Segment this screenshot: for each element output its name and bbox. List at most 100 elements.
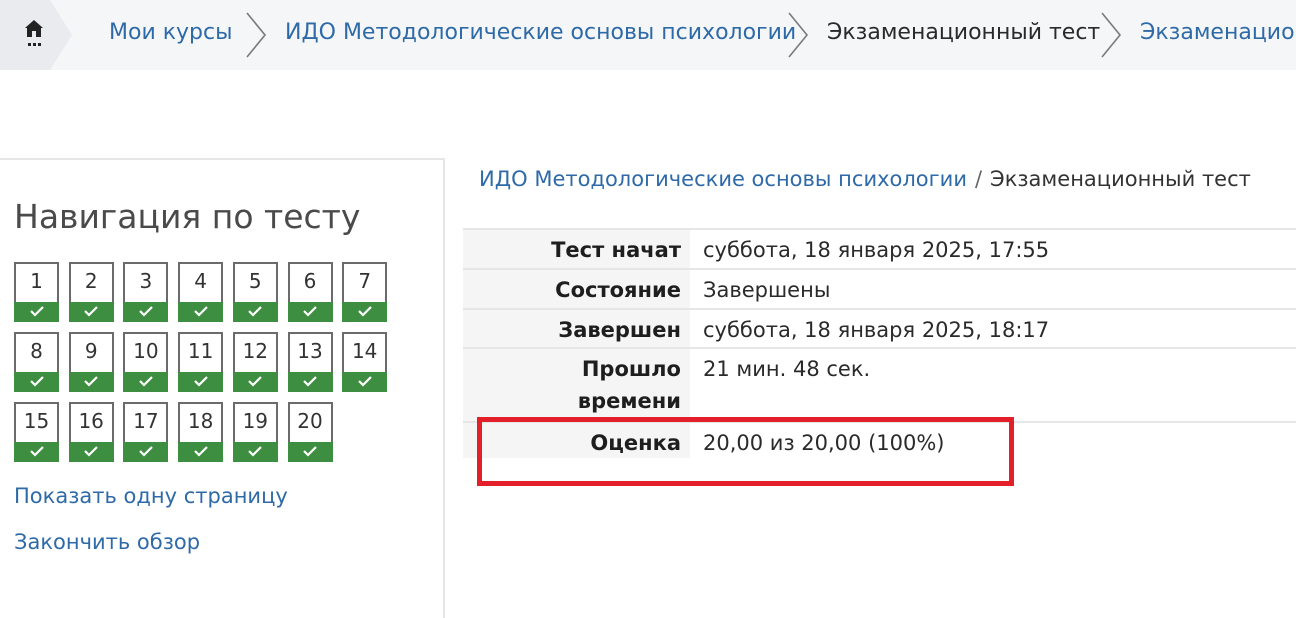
chevron-right-icon bbox=[788, 12, 809, 58]
answered-state bbox=[232, 442, 278, 462]
question-number: 18 bbox=[187, 409, 214, 433]
answered-state bbox=[14, 372, 59, 392]
answered-state bbox=[68, 442, 114, 462]
summary-row-started: Тест начат суббота, 18 января 2025, 17:5… bbox=[463, 228, 1296, 268]
check-icon bbox=[357, 306, 372, 317]
answered-state bbox=[232, 302, 278, 322]
question-nav-button[interactable]: 5 bbox=[232, 262, 278, 322]
summary-label: Прошло времени bbox=[463, 349, 690, 421]
summary-row-time-taken: Прошло времени 21 мин. 48 сек. bbox=[463, 347, 1296, 421]
question-nav-button[interactable]: 2 bbox=[68, 262, 114, 322]
breadcrumb-my-courses[interactable]: Мои курсы bbox=[109, 20, 232, 45]
check-icon bbox=[303, 446, 317, 457]
question-nav-button[interactable]: 4 bbox=[178, 262, 224, 322]
answered-state bbox=[178, 302, 224, 322]
answered-state bbox=[123, 442, 169, 462]
question-nav-button[interactable]: 7 bbox=[342, 262, 388, 322]
answered-state bbox=[342, 302, 388, 322]
question-nav-button[interactable]: 10 bbox=[123, 332, 169, 392]
check-icon bbox=[248, 446, 263, 457]
summary-row-finished: Завершен суббота, 18 января 2025, 18:17 bbox=[463, 308, 1296, 347]
summary-value: 21 мин. 48 сек. bbox=[703, 357, 871, 381]
summary-label: Состояние bbox=[463, 270, 690, 308]
question-nav-button[interactable]: 12 bbox=[232, 332, 278, 392]
answered-state bbox=[287, 442, 333, 462]
check-icon bbox=[193, 376, 208, 387]
question-number: 19 bbox=[242, 409, 269, 433]
check-icon bbox=[84, 446, 98, 457]
question-nav-button[interactable]: 9 bbox=[68, 332, 114, 392]
answered-state bbox=[178, 372, 224, 392]
question-nav-button[interactable]: 8 bbox=[14, 332, 59, 392]
question-number: 13 bbox=[297, 339, 323, 363]
check-icon bbox=[193, 446, 208, 457]
question-nav-button[interactable]: 17 bbox=[123, 402, 169, 462]
answered-state bbox=[178, 442, 224, 462]
quiz-navigation-title: Навигация по тесту bbox=[14, 197, 361, 236]
question-nav-button[interactable]: 13 bbox=[287, 332, 333, 392]
question-number: 1 bbox=[30, 269, 43, 293]
question-number: 11 bbox=[187, 339, 214, 363]
check-icon bbox=[139, 306, 153, 317]
question-number: 12 bbox=[242, 339, 269, 363]
home-icon bbox=[25, 20, 43, 46]
question-nav-button[interactable]: 15 bbox=[14, 402, 59, 462]
question-nav-button[interactable]: 14 bbox=[342, 332, 388, 392]
question-nav-button[interactable]: 3 bbox=[123, 262, 169, 322]
check-icon bbox=[193, 306, 208, 317]
grade-highlight-box bbox=[477, 417, 1014, 486]
question-number: 10 bbox=[133, 339, 159, 363]
check-icon bbox=[84, 306, 98, 317]
chevron-right-icon bbox=[1101, 12, 1122, 58]
summary-label: Завершен bbox=[463, 310, 690, 347]
quiz-navigation-block: Навигация по тесту 1 2 3 4 5 6 7 8 9 10 11 12 13 14 15… bbox=[0, 158, 445, 618]
content-breadcrumb-quiz: Экзаменационный тест bbox=[990, 167, 1251, 191]
answered-state bbox=[287, 302, 333, 322]
breadcrumb: Мои курсы ИДО Методологические основы пс… bbox=[0, 0, 1296, 70]
question-nav-button[interactable]: 16 bbox=[68, 402, 114, 462]
check-icon bbox=[139, 376, 153, 387]
question-number: 14 bbox=[351, 339, 378, 363]
summary-value: Завершены bbox=[703, 278, 831, 302]
summary-row-state: Состояние Завершены bbox=[463, 268, 1296, 308]
breadcrumb-review[interactable]: Экзаменацион bbox=[1140, 20, 1296, 45]
breadcrumb-course[interactable]: ИДО Методологические основы психологии bbox=[285, 20, 796, 45]
check-icon bbox=[357, 376, 372, 387]
question-number: 17 bbox=[133, 409, 159, 433]
check-icon bbox=[84, 376, 98, 387]
question-number: 8 bbox=[30, 339, 43, 363]
answered-state bbox=[123, 302, 169, 322]
question-nav-button[interactable]: 20 bbox=[287, 402, 333, 462]
question-number: 9 bbox=[84, 339, 98, 363]
chevron-right-icon bbox=[246, 12, 267, 58]
home-button[interactable] bbox=[0, 0, 50, 70]
question-number: 20 bbox=[297, 409, 323, 433]
breadcrumb-separator: / bbox=[974, 167, 983, 191]
content-breadcrumb-course[interactable]: ИДО Методологические основы психологии bbox=[479, 167, 967, 191]
check-icon bbox=[303, 306, 317, 317]
question-number: 15 bbox=[23, 409, 50, 433]
show-one-page-link[interactable]: Показать одну страницу bbox=[14, 484, 288, 508]
question-nav-button[interactable]: 6 bbox=[287, 262, 333, 322]
question-number: 7 bbox=[358, 269, 372, 293]
question-number: 5 bbox=[248, 269, 262, 293]
answered-state bbox=[68, 302, 114, 322]
finish-review-link[interactable]: Закончить обзор bbox=[14, 530, 200, 554]
answered-state bbox=[123, 372, 169, 392]
question-nav-button[interactable]: 11 bbox=[178, 332, 224, 392]
breadcrumb-quiz: Экзаменационный тест bbox=[827, 20, 1101, 45]
check-icon bbox=[303, 376, 317, 387]
question-number: 16 bbox=[78, 409, 104, 433]
answered-state bbox=[14, 442, 59, 462]
question-nav-button[interactable]: 19 bbox=[232, 402, 278, 462]
question-number: 2 bbox=[84, 269, 98, 293]
summary-value: суббота, 18 января 2025, 18:17 bbox=[703, 318, 1050, 342]
answered-state bbox=[287, 372, 333, 392]
question-nav-button[interactable]: 1 bbox=[14, 262, 59, 322]
answered-state bbox=[232, 372, 278, 392]
check-icon bbox=[29, 446, 44, 457]
summary-label: Тест начат bbox=[463, 230, 690, 268]
check-icon bbox=[248, 306, 263, 317]
question-nav-button[interactable]: 18 bbox=[178, 402, 224, 462]
answered-state bbox=[342, 372, 388, 392]
